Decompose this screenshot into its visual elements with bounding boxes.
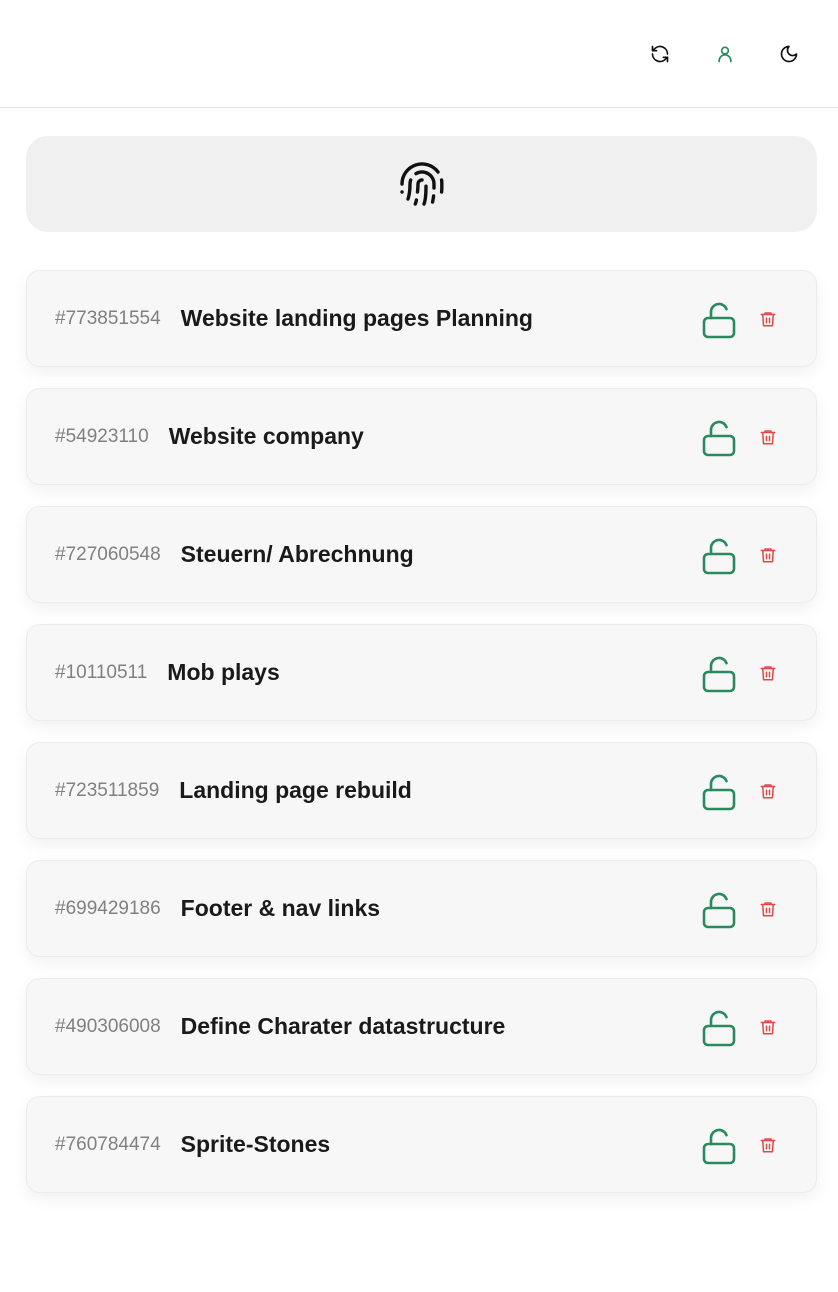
project-title: Steuern/ Abrechnung bbox=[180, 541, 414, 567]
delete-button[interactable] bbox=[758, 426, 778, 448]
user-icon bbox=[718, 46, 732, 63]
fingerprint-icon bbox=[399, 162, 444, 206]
project-title: Website company bbox=[168, 423, 364, 449]
project-card[interactable]: #699429186 Footer & nav links bbox=[26, 860, 817, 957]
unlock-icon bbox=[702, 538, 736, 575]
project-id: #490306008 bbox=[55, 1015, 161, 1037]
unlock-button[interactable] bbox=[701, 1009, 737, 1047]
unlock-icon bbox=[702, 420, 736, 457]
project-title: Website landing pages Planning bbox=[180, 305, 533, 331]
trash-icon bbox=[760, 902, 776, 917]
theme-toggle-button[interactable] bbox=[769, 34, 809, 74]
project-title: Mob plays bbox=[167, 659, 280, 685]
fingerprint-auth-button[interactable] bbox=[26, 136, 817, 232]
trash-icon bbox=[760, 1020, 776, 1035]
project-id: #723511859 bbox=[55, 779, 160, 801]
project-title: Landing page rebuild bbox=[179, 777, 412, 803]
top-header bbox=[0, 0, 838, 108]
project-id: #699429186 bbox=[55, 897, 161, 919]
project-id: #773851554 bbox=[55, 307, 161, 329]
unlock-icon bbox=[702, 1010, 736, 1047]
delete-button[interactable] bbox=[758, 544, 778, 566]
refresh-icon bbox=[651, 45, 669, 63]
project-id: #54923110 bbox=[55, 425, 149, 447]
unlock-button[interactable] bbox=[701, 1127, 737, 1165]
unlock-button[interactable] bbox=[701, 655, 737, 693]
project-title: Sprite-Stones bbox=[180, 1131, 331, 1157]
delete-button[interactable] bbox=[758, 780, 778, 802]
unlock-button[interactable] bbox=[701, 891, 737, 929]
unlock-icon bbox=[702, 892, 736, 929]
unlock-button[interactable] bbox=[701, 537, 737, 575]
delete-button[interactable] bbox=[758, 1016, 778, 1038]
project-card[interactable]: #760784474 Sprite-Stones bbox=[26, 1096, 817, 1193]
project-title: Footer & nav links bbox=[180, 895, 381, 921]
unlock-icon bbox=[702, 774, 736, 811]
account-button[interactable] bbox=[705, 34, 745, 74]
trash-icon bbox=[760, 1138, 776, 1153]
project-card[interactable]: #727060548 Steuern/ Abrechnung bbox=[26, 506, 817, 603]
unlock-button[interactable] bbox=[701, 773, 737, 811]
delete-button[interactable] bbox=[758, 898, 778, 920]
unlock-button[interactable] bbox=[701, 419, 737, 457]
project-card[interactable]: #723511859 Landing page rebuild bbox=[26, 742, 817, 839]
delete-button[interactable] bbox=[758, 308, 778, 330]
trash-icon bbox=[760, 666, 776, 681]
trash-icon bbox=[760, 784, 776, 799]
delete-button[interactable] bbox=[758, 1134, 778, 1156]
moon-icon bbox=[780, 45, 798, 63]
unlock-icon bbox=[702, 1128, 736, 1165]
unlock-icon bbox=[702, 302, 736, 339]
unlock-button[interactable] bbox=[701, 301, 737, 339]
trash-icon bbox=[760, 430, 776, 445]
project-card[interactable]: #10110511 Mob plays bbox=[26, 624, 817, 721]
trash-icon bbox=[760, 548, 776, 563]
trash-icon bbox=[760, 312, 776, 327]
unlock-icon bbox=[702, 656, 736, 693]
project-id: #760784474 bbox=[55, 1133, 161, 1155]
refresh-button[interactable] bbox=[640, 34, 680, 74]
delete-button[interactable] bbox=[758, 662, 778, 684]
project-id: #10110511 bbox=[55, 661, 148, 683]
project-id: #727060548 bbox=[55, 543, 161, 565]
project-title: Define Charater datastructure bbox=[180, 1013, 506, 1039]
project-card[interactable]: #490306008 Define Charater datastructure bbox=[26, 978, 817, 1075]
project-card[interactable]: #54923110 Website company bbox=[26, 388, 817, 485]
project-list: #773851554 Website landing pages Planning… bbox=[26, 270, 817, 1214]
project-card[interactable]: #773851554 Website landing pages Planning bbox=[26, 270, 817, 367]
